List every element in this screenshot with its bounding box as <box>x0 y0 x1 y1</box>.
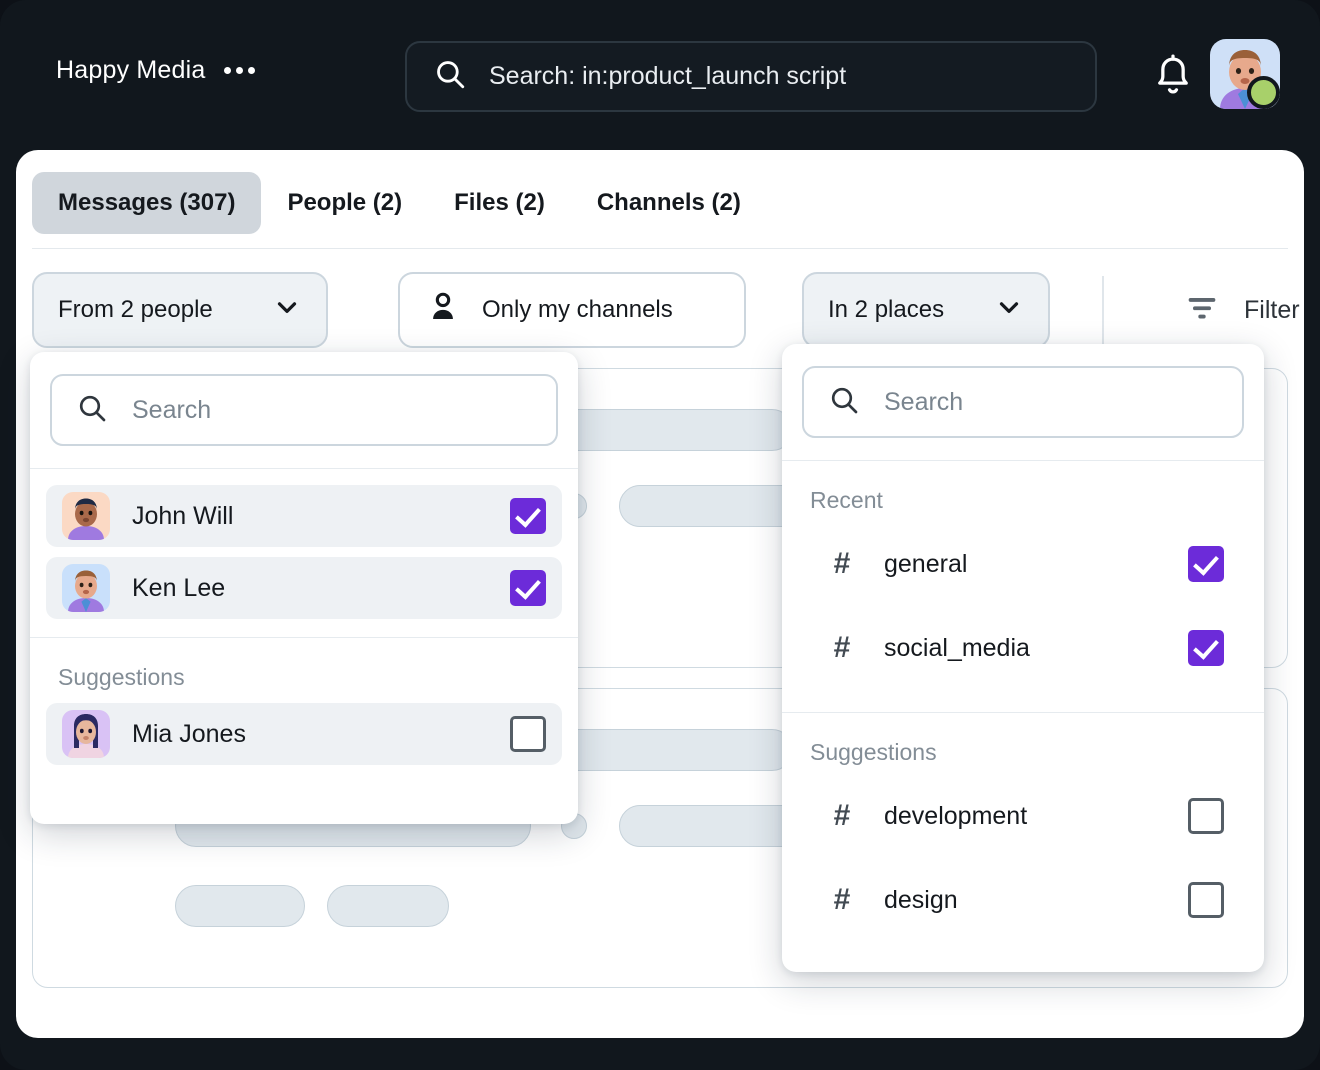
channels-search-input[interactable]: Search <box>802 366 1244 438</box>
avatar-ken <box>62 564 110 612</box>
channels-suggestions-list: # development # design <box>782 778 1264 964</box>
checkbox-ken-lee[interactable] <box>510 570 546 606</box>
list-item[interactable]: # design <box>798 862 1248 938</box>
search-icon <box>76 392 108 429</box>
list-item-label: Ken Lee <box>132 573 226 602</box>
hash-icon: # <box>833 799 851 832</box>
brand-area: Happy Media <box>56 56 255 85</box>
filter-chip-from-people-label: From 2 people <box>58 296 213 323</box>
people-suggestions-heading: Suggestions <box>58 664 185 690</box>
channels-recent-heading: Recent <box>810 487 883 513</box>
list-item-label: Mia Jones <box>132 719 246 748</box>
people-selected-list: John Will Ken Lee <box>30 469 578 637</box>
checkbox-mia-jones[interactable] <box>510 716 546 752</box>
app-window: Happy Media Search: in:product_launch sc… <box>0 0 1320 1070</box>
list-item-label: John Will <box>132 501 234 530</box>
global-search-value: Search: in:product_launch script <box>489 62 847 90</box>
list-item[interactable]: John Will <box>46 485 562 547</box>
list-item-label: general <box>884 549 968 578</box>
top-header: Happy Media Search: in:product_launch sc… <box>0 0 1320 150</box>
list-item[interactable]: Ken Lee <box>46 557 562 619</box>
list-item[interactable]: # development <box>798 778 1248 854</box>
avatar-john <box>62 492 110 540</box>
list-item[interactable]: # general <box>798 526 1248 602</box>
channels-search-placeholder: Search <box>884 387 964 416</box>
list-item[interactable]: # social_media <box>798 610 1248 686</box>
filter-chip-only-my-channels[interactable]: Only my channels <box>398 272 746 348</box>
checkbox-social-media[interactable] <box>1188 630 1224 666</box>
channels-search-wrap: Search <box>782 344 1264 460</box>
checkbox-development[interactable] <box>1188 798 1224 834</box>
filter-chip-only-my-channels-label: Only my channels <box>482 296 673 323</box>
tab-people[interactable]: People (2) <box>261 172 428 234</box>
filter-icon <box>1182 288 1222 333</box>
channels-recent-list: # general # social_media <box>782 526 1264 712</box>
tab-channels[interactable]: Channels (2) <box>571 172 767 234</box>
filter-button[interactable]: Filter <box>1182 288 1300 333</box>
global-search-input[interactable]: Search: in:product_launch script <box>405 41 1097 112</box>
filter-chip-in-places[interactable]: In 2 places <box>802 272 1050 348</box>
skeleton-line <box>327 885 449 927</box>
people-search-wrap: Search <box>30 352 578 468</box>
filter-bar: From 2 people Only my channels In 2 plac… <box>32 272 1300 352</box>
hash-icon: # <box>833 631 851 664</box>
people-filter-dropdown: Search John Will Ken Lee Suggestions Mia… <box>30 352 578 824</box>
ellipsis-icon[interactable] <box>223 67 255 74</box>
filter-chip-from-people[interactable]: From 2 people <box>32 272 328 348</box>
status-badge <box>1247 76 1280 109</box>
list-item-label: development <box>884 801 1028 830</box>
tab-messages[interactable]: Messages (307) <box>32 172 262 234</box>
people-search-placeholder: Search <box>132 395 212 424</box>
avatar-mia <box>62 710 110 758</box>
list-item-label: social_media <box>884 633 1030 662</box>
tab-files[interactable]: Files (2) <box>428 172 571 234</box>
bell-icon[interactable] <box>1150 52 1196 100</box>
search-icon <box>433 57 467 96</box>
filter-bar-divider <box>1102 276 1104 344</box>
workspace-title: Happy Media <box>56 56 206 84</box>
checkbox-general[interactable] <box>1188 546 1224 582</box>
people-search-input[interactable]: Search <box>50 374 558 446</box>
channels-filter-dropdown: Search Recent # general # social_media S… <box>782 344 1264 972</box>
chevron-down-icon <box>272 292 302 329</box>
hash-icon: # <box>833 883 851 916</box>
search-icon <box>828 384 860 421</box>
results-tabbar: Messages (307) People (2) Files (2) Chan… <box>32 172 767 234</box>
skeleton-line <box>175 885 305 927</box>
hash-icon: # <box>833 547 851 580</box>
filter-chip-in-places-label: In 2 places <box>828 296 945 323</box>
person-icon <box>426 290 460 331</box>
list-item-label: design <box>884 885 958 914</box>
channels-suggestions-heading: Suggestions <box>810 739 937 765</box>
tabbar-divider <box>32 248 1288 249</box>
checkbox-john-will[interactable] <box>510 498 546 534</box>
filter-button-label: Filter <box>1244 296 1300 324</box>
list-item[interactable]: Mia Jones <box>46 703 562 765</box>
people-suggestions-list: Mia Jones <box>30 703 578 783</box>
chevron-down-icon <box>994 292 1024 329</box>
checkbox-design[interactable] <box>1188 882 1224 918</box>
